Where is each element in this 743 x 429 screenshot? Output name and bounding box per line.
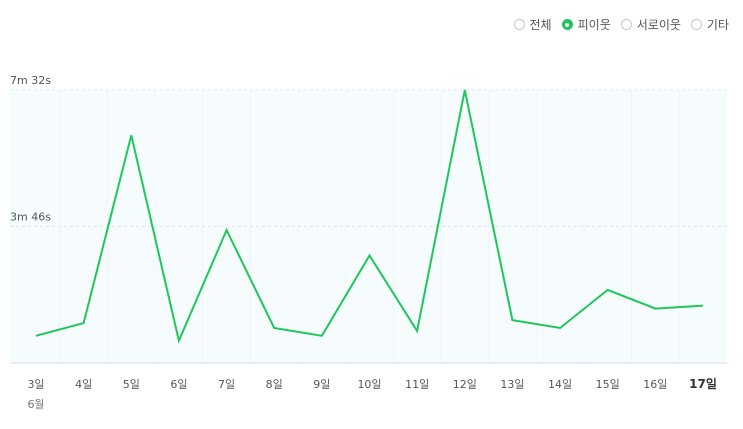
x-tick-label: 17일 — [689, 377, 717, 391]
x-tick-label: 13일 — [500, 377, 524, 391]
x-tick-label: 10일 — [357, 377, 381, 391]
x-tick-label: 11일 — [405, 377, 429, 391]
x-tick-label: 15일 — [596, 377, 620, 391]
x-tick-label: 7일 — [218, 377, 235, 391]
y-tick-label: 3m 46s — [10, 211, 51, 224]
x-tick-label: 16일 — [643, 377, 667, 391]
line-chart: 3m 46s 7m 32s 3일 4일 5일 6일 7일 8일 9일 10일 11일 12일 13일 14… — [10, 74, 727, 411]
x-tick-label: 14일 — [548, 377, 572, 391]
x-tick-label: 8일 — [266, 377, 283, 391]
x-tick-label: 12일 — [453, 377, 477, 391]
month-label: 6월 — [27, 398, 44, 411]
x-tick-label: 9일 — [313, 377, 330, 391]
y-tick-label: 7m 32s — [10, 74, 51, 87]
x-tick-label: 5일 — [123, 377, 140, 391]
x-tick-label: 6일 — [170, 377, 187, 391]
plot-area — [10, 90, 727, 363]
x-tick-label: 4일 — [75, 377, 92, 391]
x-tick-label: 3일 — [27, 377, 44, 391]
